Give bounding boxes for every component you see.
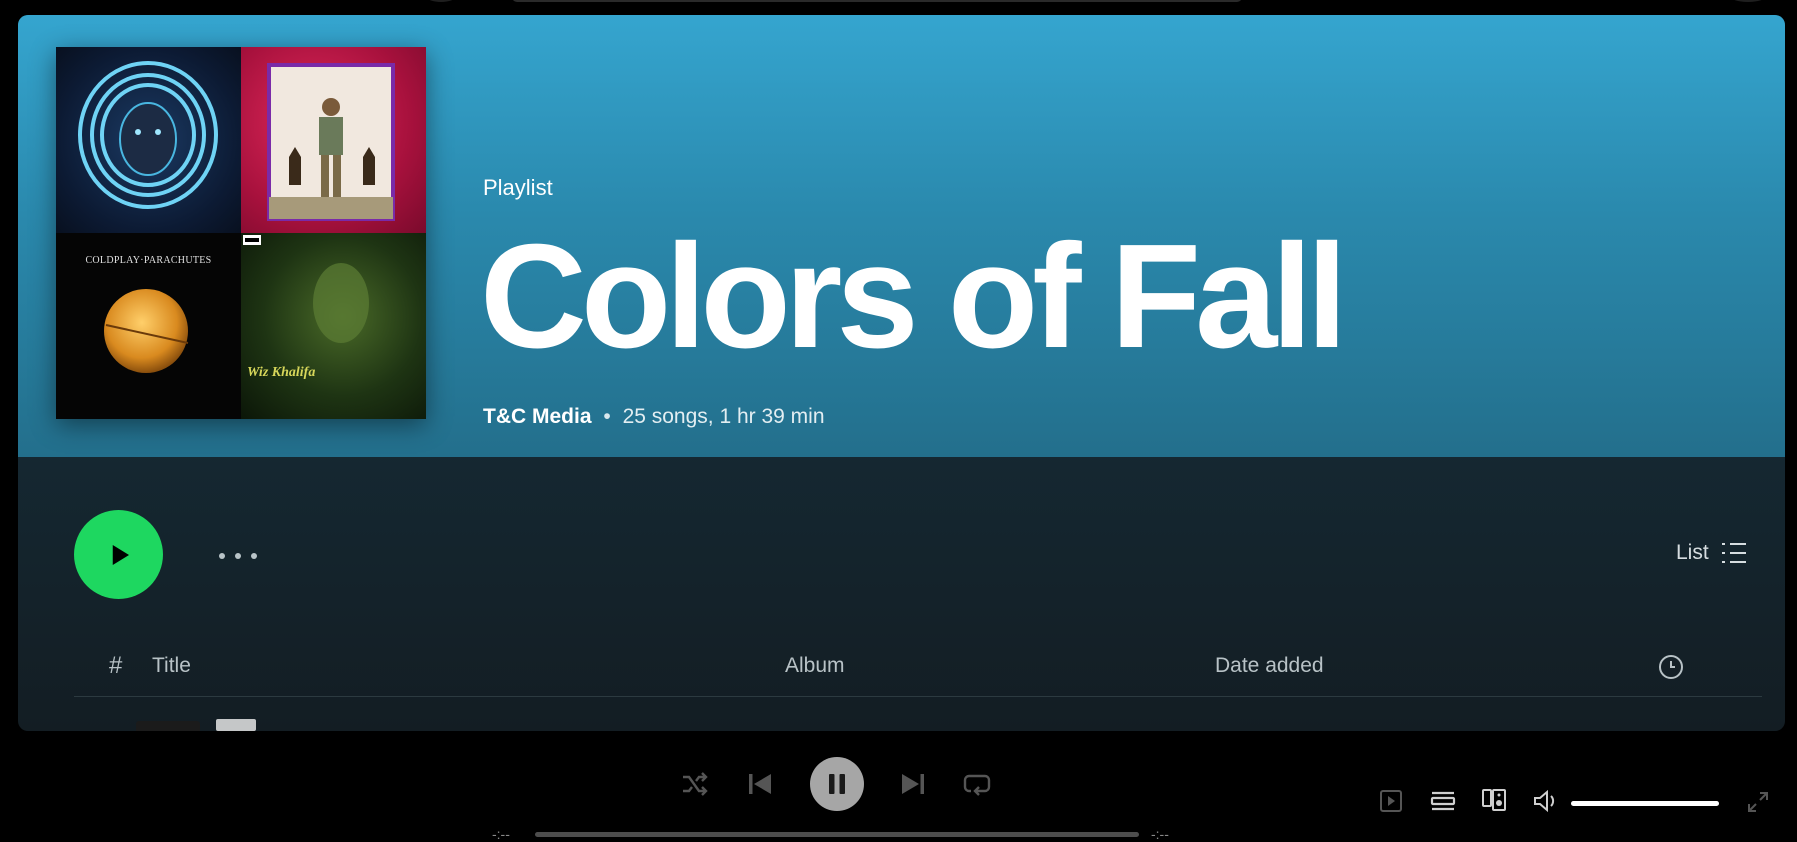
- queue-icon: [1430, 791, 1456, 811]
- more-dot-icon: [251, 553, 257, 559]
- volume-icon: [1534, 789, 1555, 813]
- elapsed-time: -:--: [492, 826, 510, 842]
- progress-bar[interactable]: [535, 832, 1139, 837]
- fullscreen-icon: [1748, 792, 1768, 812]
- play-button[interactable]: [74, 510, 163, 599]
- shuffle-icon: [683, 772, 708, 796]
- top-bar: [0, 0, 1797, 15]
- list-icon: [1721, 543, 1746, 563]
- back-button[interactable]: [426, 0, 456, 2]
- repeat-button[interactable]: [960, 768, 994, 800]
- playlist-kind-label: Playlist: [483, 175, 553, 200]
- pause-icon: [829, 774, 845, 794]
- clock-icon: [1659, 655, 1683, 679]
- fullscreen-button[interactable]: [1746, 790, 1770, 814]
- playlist-stats: 25 songs, 1 hr 39 min: [622, 405, 825, 428]
- more-options-button[interactable]: [219, 548, 265, 562]
- mute-button[interactable]: [1532, 788, 1560, 814]
- cover-tile-4-text: Wiz Khalifa: [247, 365, 316, 380]
- column-date-added[interactable]: Date added: [1215, 654, 1324, 678]
- meta-separator: •: [603, 405, 611, 428]
- cover-tile-3: COLDPLAY·PARACHUTES: [56, 233, 241, 419]
- remaining-time: -:--: [1151, 826, 1169, 842]
- playlist-meta: T&C Media • 25 songs, 1 hr 39 min: [483, 405, 825, 429]
- main-view: COLDPLAY·PARACHUTES Wiz Khalifa Playlist…: [18, 15, 1785, 731]
- pause-button[interactable]: [810, 757, 864, 811]
- shuffle-button[interactable]: [678, 768, 712, 800]
- now-playing-view-button[interactable]: [1378, 788, 1404, 814]
- connect-device-icon: [1482, 789, 1506, 811]
- tracklist-header: # Title Album Date added: [74, 648, 1762, 697]
- now-playing-icon: [1380, 790, 1402, 812]
- next-button[interactable]: [896, 768, 930, 800]
- track-title-peek: [216, 719, 256, 731]
- more-dot-icon: [235, 553, 241, 559]
- cover-tile-4: Wiz Khalifa: [241, 233, 426, 419]
- more-dot-icon: [219, 553, 225, 559]
- repeat-icon: [963, 774, 991, 796]
- search-bar[interactable]: [512, 0, 1242, 2]
- previous-button[interactable]: [743, 768, 777, 800]
- playlist-header: COLDPLAY·PARACHUTES Wiz Khalifa Playlist…: [18, 15, 1785, 457]
- next-icon: [902, 774, 924, 794]
- cover-tile-2: [241, 47, 426, 233]
- previous-icon: [749, 774, 771, 794]
- column-number: #: [109, 652, 123, 679]
- playlist-title: Colors of Fall: [480, 214, 1348, 379]
- view-mode-label: List: [1676, 541, 1709, 564]
- volume-fill: [1571, 801, 1719, 806]
- profile-avatar[interactable]: [1730, 0, 1766, 2]
- connect-device-button[interactable]: [1480, 786, 1508, 814]
- playlist-cover-mosaic[interactable]: COLDPLAY·PARACHUTES Wiz Khalifa: [56, 47, 426, 419]
- play-icon: [112, 544, 129, 565]
- track-thumbnail: [136, 721, 200, 731]
- column-album[interactable]: Album: [785, 654, 845, 678]
- view-mode-button[interactable]: List: [1676, 541, 1747, 565]
- column-title[interactable]: Title: [152, 654, 191, 678]
- volume-slider[interactable]: [1571, 801, 1719, 806]
- queue-button[interactable]: [1429, 788, 1457, 814]
- cover-tile-1: [56, 47, 241, 233]
- playlist-owner-link[interactable]: T&C Media: [483, 405, 592, 428]
